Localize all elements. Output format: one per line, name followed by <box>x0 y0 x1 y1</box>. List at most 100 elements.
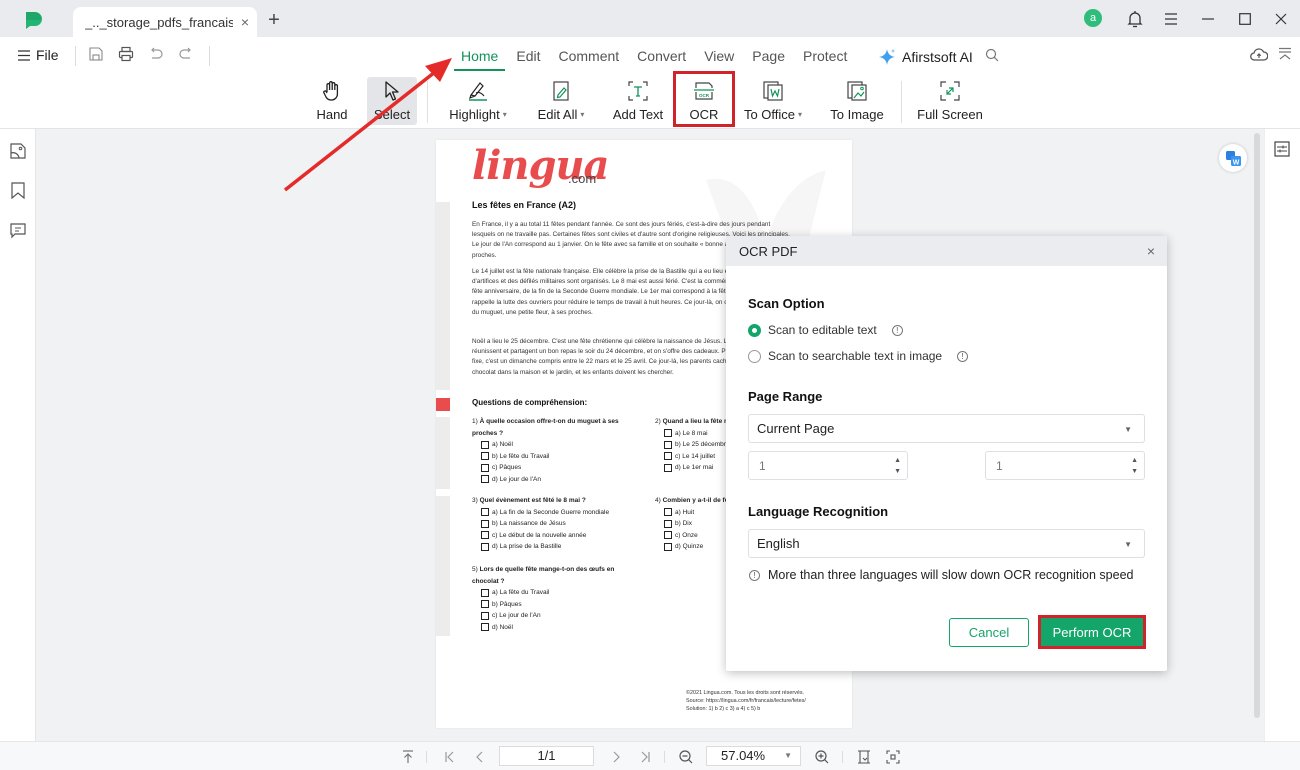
tab-close-button[interactable]: × <box>233 14 257 30</box>
checkbox[interactable] <box>664 463 672 472</box>
close-window-button[interactable] <box>1270 8 1292 30</box>
option[interactable]: d) La prise de la Bastille <box>472 541 652 553</box>
hand-tool-button[interactable]: Hand <box>310 77 354 125</box>
option[interactable]: c) Le début de la nouvelle année <box>472 530 652 542</box>
option[interactable]: a) La fin de la Seconde Guerre mondiale <box>472 507 652 519</box>
to-image-button[interactable]: To Image <box>826 77 888 125</box>
option[interactable]: a) La fête du Travail <box>472 587 642 599</box>
fit-width-button[interactable] <box>856 748 872 766</box>
save-icon[interactable] <box>88 46 104 62</box>
zoom-out-button[interactable] <box>678 748 694 766</box>
checkbox[interactable] <box>481 519 489 528</box>
language-select[interactable]: English ▼ <box>748 529 1145 558</box>
vertical-scrollbar[interactable] <box>1254 133 1260 718</box>
scroll-to-top-button[interactable] <box>400 748 416 766</box>
comment-icon[interactable] <box>9 221 27 239</box>
info-icon[interactable]: ! <box>891 324 903 336</box>
next-page-button[interactable] <box>608 748 624 766</box>
page-to-input[interactable]: 1 ▲ ▼ <box>985 451 1145 480</box>
checkbox[interactable] <box>481 623 489 632</box>
collapse-ribbon-button[interactable] <box>1278 47 1292 66</box>
edit-all-button[interactable]: Edit All ▾ <box>532 77 590 125</box>
perform-ocr-button[interactable]: Perform OCR <box>1038 615 1146 649</box>
checkbox[interactable] <box>664 429 672 438</box>
file-menu-button[interactable]: File <box>18 47 59 63</box>
checkbox[interactable] <box>481 588 489 597</box>
tab-home[interactable]: Home <box>452 45 507 71</box>
zoom-in-button[interactable] <box>814 748 830 766</box>
page-from-input[interactable]: 1 ▲ ▼ <box>748 451 908 480</box>
checkbox[interactable] <box>481 600 489 609</box>
bookmark-icon[interactable] <box>9 181 27 199</box>
ai-assistant-button[interactable]: Afirstsoft AI <box>878 48 973 66</box>
highlight-tool-button[interactable]: Highlight ▾ <box>442 77 514 125</box>
full-screen-button[interactable]: Full Screen <box>916 77 984 125</box>
stepper-arrows[interactable]: ▲ ▼ <box>894 455 901 477</box>
maximize-button[interactable] <box>1234 8 1256 30</box>
option[interactable]: c) Pâques <box>472 462 642 474</box>
tab-comment[interactable]: Comment <box>549 45 628 69</box>
page-number-input[interactable]: 1/1 <box>499 746 594 766</box>
select-tool-button[interactable]: Select <box>367 77 417 125</box>
info-icon[interactable]: ! <box>957 350 969 362</box>
checkbox[interactable] <box>481 542 489 551</box>
option[interactable]: a) Noël <box>472 439 642 451</box>
zoom-level-select[interactable]: 57.04% ▼ <box>706 746 801 766</box>
menu-button[interactable] <box>1160 8 1182 30</box>
page-range-select[interactable]: Current Page ▼ <box>748 414 1145 443</box>
checkbox[interactable] <box>481 440 489 449</box>
scan-editable-radio[interactable]: Scan to editable text ! <box>748 323 903 337</box>
checkbox[interactable] <box>664 508 672 517</box>
first-page-button[interactable] <box>442 748 458 766</box>
checkbox[interactable] <box>664 440 672 449</box>
translate-button[interactable]: W <box>1219 144 1247 172</box>
tab-convert[interactable]: Convert <box>628 45 695 69</box>
stepper-arrows[interactable]: ▲ ▼ <box>1131 455 1138 477</box>
dialog-close-button[interactable]: × <box>1147 243 1155 259</box>
cloud-upload-button[interactable] <box>1250 47 1269 66</box>
checkbox[interactable] <box>481 475 489 484</box>
tab-page[interactable]: Page <box>743 45 794 69</box>
previous-page-button[interactable] <box>472 748 488 766</box>
undo-icon[interactable] <box>148 46 164 62</box>
tab-view[interactable]: View <box>695 45 743 69</box>
scan-searchable-radio[interactable]: Scan to searchable text in image ! <box>748 349 969 363</box>
checkbox[interactable] <box>664 542 672 551</box>
checkbox[interactable] <box>481 508 489 517</box>
checkbox[interactable] <box>664 519 672 528</box>
checkbox[interactable] <box>664 452 672 461</box>
option-label: d) Noël <box>492 623 513 631</box>
print-icon[interactable] <box>118 46 134 62</box>
radio-button[interactable] <box>748 349 761 363</box>
option[interactable]: c) Le jour de l'An <box>472 610 642 622</box>
search-button[interactable] <box>985 48 999 67</box>
redo-icon[interactable] <box>178 46 194 62</box>
thumbnail-icon[interactable] <box>9 142 27 160</box>
option[interactable]: d) Noël <box>472 622 642 634</box>
question-text: Quel évènement est fêté le 8 mai ? <box>479 497 586 504</box>
tab-protect[interactable]: Protect <box>794 45 856 69</box>
properties-icon[interactable] <box>1274 141 1290 157</box>
checkbox[interactable] <box>664 531 672 540</box>
question-text: À quelle occasion offre-t-on du muguet à… <box>472 418 619 437</box>
checkbox[interactable] <box>481 611 489 620</box>
option[interactable]: b) La naissance de Jésus <box>472 518 652 530</box>
checkbox[interactable] <box>481 452 489 461</box>
cancel-button[interactable]: Cancel <box>949 618 1029 647</box>
add-text-button[interactable]: Add Text <box>609 77 667 125</box>
avatar[interactable]: a <box>1084 9 1102 27</box>
tab-edit[interactable]: Edit <box>507 45 549 69</box>
last-page-button[interactable] <box>637 748 653 766</box>
option[interactable]: d) Le jour de l'An <box>472 474 642 486</box>
new-tab-button[interactable]: + <box>264 10 284 30</box>
minimize-button[interactable] <box>1197 8 1219 30</box>
notifications-button[interactable] <box>1124 8 1146 30</box>
to-office-button[interactable]: To Office ▾ <box>740 77 806 125</box>
document-tab[interactable]: _.._storage_pdfs_francais... × <box>73 7 257 37</box>
option[interactable]: b) Le fête du Travail <box>472 451 642 463</box>
radio-button[interactable] <box>748 323 761 337</box>
checkbox[interactable] <box>481 463 489 472</box>
checkbox[interactable] <box>481 531 489 540</box>
fit-page-button[interactable] <box>885 748 901 766</box>
option[interactable]: b) Pâques <box>472 599 642 611</box>
